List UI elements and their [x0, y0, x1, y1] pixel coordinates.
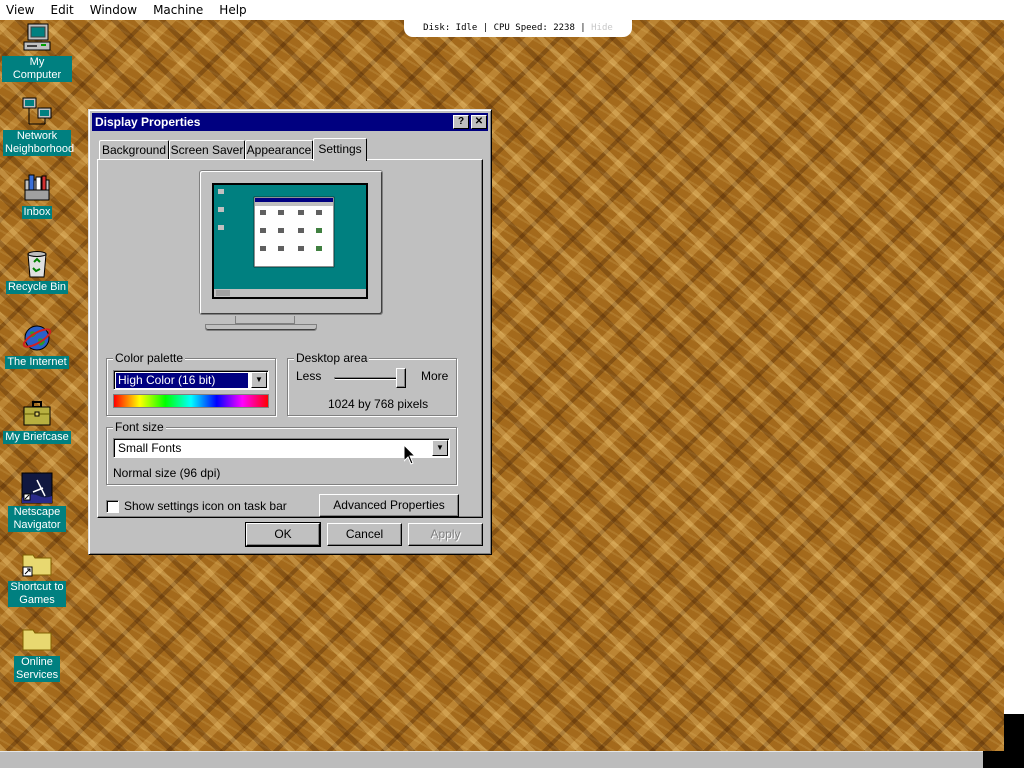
font-size-label: Font size: [113, 420, 166, 434]
inbox-icon: [21, 172, 53, 204]
desktop-icon-label: Netscape Navigator: [8, 506, 66, 532]
desktop-icon-online-services[interactable]: Online Services: [2, 622, 72, 682]
help-icon: ?: [457, 116, 465, 127]
advanced-properties-button[interactable]: Advanced Properties: [319, 494, 459, 517]
monitor-screen: [212, 183, 368, 299]
desktop-icon-recycle-bin[interactable]: Recycle Bin: [2, 247, 72, 294]
cancel-label: Cancel: [345, 527, 384, 541]
menu-edit[interactable]: Edit: [50, 3, 73, 17]
apply-label: Apply: [430, 527, 461, 541]
color-spectrum-bar: [113, 394, 269, 408]
chevron-down-icon[interactable]: ▼: [432, 440, 448, 456]
desktop-icon-label: Network Neighborhood: [3, 130, 75, 156]
color-palette-select[interactable]: High Color (16 bit) ▼: [113, 370, 269, 390]
emulator-status-text: Disk: Idle | CPU Speed: 2238 |: [423, 23, 592, 33]
desktop-icon-my-briefcase[interactable]: My Briefcase: [2, 397, 72, 444]
desktop-icon-label: Recycle Bin: [5, 281, 69, 294]
ok-button[interactable]: OK: [245, 522, 321, 547]
advanced-properties-label: Advanced Properties: [333, 498, 445, 512]
desktop-icon-inbox[interactable]: Inbox: [2, 172, 72, 219]
window-edge-strip: [1004, 20, 1024, 714]
recycle-bin-icon: [21, 247, 53, 279]
desktop-area-slider-track[interactable]: [334, 377, 404, 380]
scrollbar-corner: [1004, 714, 1024, 768]
color-palette-group: Color palette High Color (16 bit) ▼: [106, 351, 276, 416]
desktop-icon-label: My Computer: [2, 56, 72, 82]
close-button[interactable]: ✕: [471, 115, 487, 129]
display-properties-dialog: Display Properties ? ✕ Background Screen…: [88, 109, 492, 555]
tab-settings[interactable]: Settings: [313, 138, 367, 161]
font-size-value: Small Fonts: [118, 441, 182, 455]
menu-machine[interactable]: Machine: [153, 3, 203, 17]
desktop-icon-shortcut-to-games[interactable]: Shortcut to Games: [2, 547, 72, 607]
dialog-titlebar[interactable]: Display Properties ? ✕: [92, 113, 488, 131]
close-icon: ✕: [474, 116, 484, 127]
help-button[interactable]: ?: [453, 115, 469, 129]
desktop-icon-label: Inbox: [21, 206, 53, 219]
desktop[interactable]: My Computer Network Neighborhood Inbox R…: [0, 20, 1004, 751]
apply-button[interactable]: Apply: [408, 523, 483, 546]
desktop-icon-the-internet[interactable]: The Internet: [2, 322, 72, 369]
host-menubar: View Edit Window Machine Help: [0, 0, 1024, 20]
color-palette-value: High Color (16 bit): [115, 372, 249, 389]
folder-shortcut-icon: [21, 547, 53, 579]
scrollbar-corner-bottom: [983, 751, 1005, 768]
internet-globe-icon: [21, 322, 53, 354]
briefcase-icon: [21, 397, 53, 429]
tab-appearance[interactable]: Appearance: [245, 140, 313, 160]
desktop-icon-netscape-navigator[interactable]: Netscape Navigator: [2, 472, 72, 532]
dialog-title: Display Properties: [95, 115, 201, 129]
monitor-stand-base: [205, 324, 317, 331]
monitor-stand-neck: [235, 316, 295, 324]
computer-icon: [21, 22, 53, 54]
hide-status-button[interactable]: Hide: [591, 23, 613, 33]
desktop-area-slider-thumb[interactable]: [396, 368, 406, 388]
tab-label: Appearance: [246, 143, 312, 157]
tab-screen-saver[interactable]: Screen Saver: [169, 140, 245, 160]
show-settings-icon-checkbox[interactable]: [106, 500, 119, 513]
menu-window[interactable]: Window: [90, 3, 137, 17]
tab-label: Screen Saver: [170, 143, 244, 157]
monitor-preview: [199, 170, 383, 315]
folder-icon: [21, 622, 53, 654]
desktop-area-group: Desktop area Less More 1024 by 768 pixel…: [287, 351, 457, 416]
desktop-icon-label: Online Services: [14, 656, 60, 682]
ok-label: OK: [274, 527, 292, 541]
desktop-area-label: Desktop area: [294, 351, 370, 365]
font-size-note: Normal size (96 dpi): [113, 466, 221, 480]
desktop-icon-label: My Briefcase: [3, 431, 71, 444]
tab-label: Settings: [318, 142, 362, 156]
horizontal-scrollbar[interactable]: [0, 751, 983, 768]
desktop-icon-label: The Internet: [5, 356, 69, 369]
desktop-icon-network-neighborhood[interactable]: Network Neighborhood: [2, 96, 75, 156]
chevron-down-icon[interactable]: ▼: [251, 372, 267, 388]
menu-help[interactable]: Help: [219, 3, 246, 17]
netscape-icon: [21, 472, 53, 504]
resolution-text: 1024 by 768 pixels: [328, 397, 429, 411]
tab-background[interactable]: Background: [99, 140, 169, 160]
slider-more-label: More: [421, 369, 449, 383]
slider-less-label: Less: [296, 369, 322, 383]
cancel-button[interactable]: Cancel: [327, 523, 402, 546]
emulator-status-bar: Disk: Idle | CPU Speed: 2238 | Hide: [404, 19, 632, 37]
show-settings-icon-label: Show settings icon on task bar: [124, 499, 287, 513]
desktop-icon-label: Shortcut to Games: [8, 581, 66, 607]
menu-view[interactable]: View: [6, 3, 34, 17]
font-size-select[interactable]: Small Fonts ▼: [113, 438, 450, 458]
tab-label: Background: [101, 143, 167, 157]
color-palette-label: Color palette: [113, 351, 186, 365]
desktop-icon-my-computer[interactable]: My Computer: [2, 22, 72, 82]
mouse-cursor: [403, 443, 417, 465]
network-icon: [21, 96, 53, 128]
settings-panel: Color palette High Color (16 bit) ▼ Desk…: [97, 159, 483, 518]
